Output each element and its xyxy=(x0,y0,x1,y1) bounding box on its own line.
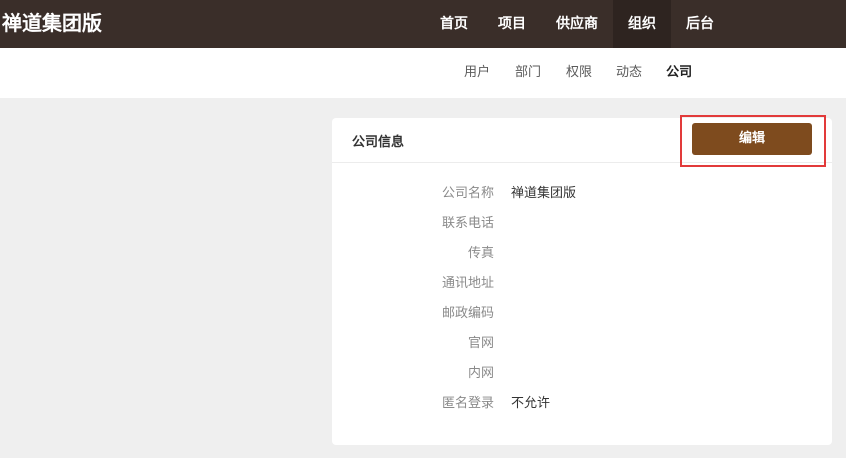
info-value: 禅道集团版 xyxy=(511,186,577,201)
info-label: 公司名称 xyxy=(441,186,494,201)
info-row-anonymous-login: 匿名登录 不允许 xyxy=(332,386,832,416)
info-label: 官网 xyxy=(467,336,494,351)
info-row-phone: 联系电话 xyxy=(332,206,832,236)
info-label: 联系电话 xyxy=(441,216,494,231)
info-row-fax: 传真 xyxy=(332,236,832,266)
info-label: 邮政编码 xyxy=(441,306,494,321)
main-nav: 首页 项目 供应商 组织 后台 xyxy=(425,0,729,48)
info-row-zipcode: 邮政编码 xyxy=(332,296,832,326)
top-header: 禅道集团版 首页 项目 供应商 组织 后台 xyxy=(0,0,846,48)
nav-item-project[interactable]: 项目 xyxy=(483,0,541,48)
info-label: 通讯地址 xyxy=(441,276,494,291)
nav-item-supplier[interactable]: 供应商 xyxy=(541,0,613,48)
nav-item-admin[interactable]: 后台 xyxy=(671,0,729,48)
nav-item-home[interactable]: 首页 xyxy=(425,0,483,48)
subnav-item-permissions[interactable]: 权限 xyxy=(554,48,604,98)
info-row-address: 通讯地址 xyxy=(332,266,832,296)
nav-item-organization[interactable]: 组织 xyxy=(613,0,671,48)
sub-header: 用户 部门 权限 动态 公司 xyxy=(0,48,846,98)
info-row-intranet: 内网 xyxy=(332,356,832,386)
info-label: 内网 xyxy=(467,366,494,381)
app-brand[interactable]: 禅道集团版 xyxy=(2,10,102,36)
company-info-panel: 公司信息 编辑 公司名称 禅道集团版 联系电话 传真 通讯地址 邮政编码 官网 xyxy=(332,115,832,445)
info-label: 传真 xyxy=(467,246,494,261)
subnav-item-activity[interactable]: 动态 xyxy=(604,48,654,98)
subnav-item-users[interactable]: 用户 xyxy=(452,48,502,98)
company-info-list: 公司名称 禅道集团版 联系电话 传真 通讯地址 邮政编码 官网 内网 匿名登录 xyxy=(332,176,832,416)
edit-button[interactable]: 编辑 xyxy=(692,123,812,155)
panel-header: 公司信息 编辑 xyxy=(332,115,832,167)
info-row-company-name: 公司名称 禅道集团版 xyxy=(332,176,832,206)
info-label: 匿名登录 xyxy=(441,396,494,411)
info-row-website: 官网 xyxy=(332,326,832,356)
info-value: 不允许 xyxy=(511,396,551,411)
subnav-item-company[interactable]: 公司 xyxy=(654,48,704,98)
sub-nav: 用户 部门 权限 动态 公司 xyxy=(452,48,704,98)
subnav-item-departments[interactable]: 部门 xyxy=(502,48,554,98)
panel-title: 公司信息 xyxy=(352,135,405,150)
